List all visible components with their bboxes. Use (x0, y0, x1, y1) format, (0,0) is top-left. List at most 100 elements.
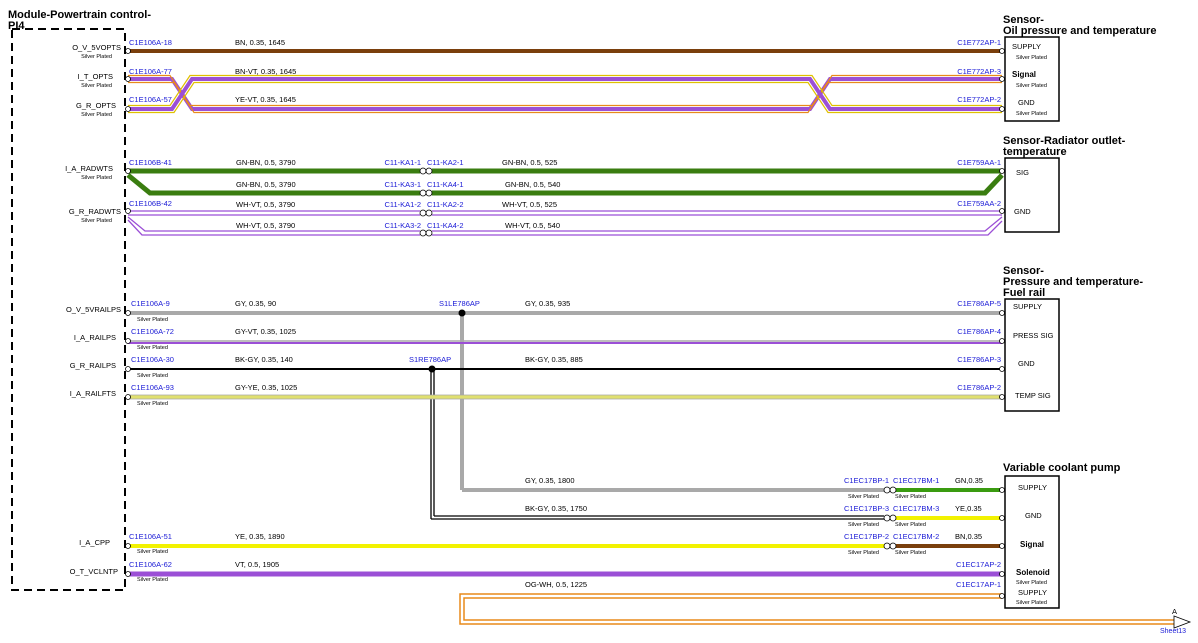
connector-label: C1E106A-93 (131, 383, 174, 392)
offpage-arrow-icon (1173, 615, 1192, 629)
pump-title: Variable coolant pump (1003, 462, 1121, 474)
pump-pin-supply: SUPPLY (1018, 483, 1047, 492)
plating-label: Silver Plated (81, 175, 112, 181)
connector-label: C1EC17BM-2 (893, 532, 939, 541)
connector-label: C1E786AP-3 (957, 355, 1001, 364)
plating-label: Silver Plated (81, 112, 112, 118)
connector-label: C1EC17AP-2 (956, 560, 1001, 569)
pin-o-v-5vopts: O_V_5VOPTS (72, 43, 121, 52)
connector-label: C11-KA4-2 (427, 221, 464, 230)
wire-spec: WH-VT, 0.5, 540 (505, 221, 560, 230)
fuelrail-pin-temp-sig: TEMP SIG (1015, 391, 1051, 400)
radiator-sensor-box (1004, 157, 1060, 233)
oil-pin-gnd: GND (1018, 98, 1035, 107)
wire-spec: GN-BN, 0.5, 3790 (236, 180, 296, 189)
oil-pin-signal: Signal (1012, 70, 1036, 79)
wire-spec: GY-YE, 0.35, 1025 (235, 383, 297, 392)
wire-spec: WH-VT, 0.5, 525 (502, 200, 557, 209)
connector-label: C1E759AA-2 (957, 199, 1001, 208)
wire-pump-gnd-bk (431, 515, 884, 520)
fuelrail-pin-supply: SUPPLY (1013, 302, 1042, 311)
wire-oil-gnd (128, 74, 1002, 114)
connector-label: C1E786AP-4 (957, 327, 1001, 336)
connector-label: C11-KA3-2 (384, 221, 421, 230)
plating-label: Silver Plated (137, 401, 168, 407)
wire-spec: OG-WH, 0.5, 1225 (525, 580, 587, 589)
radiator-sensor-title-2: temperature (1003, 146, 1067, 158)
pin-i-a-radwts: I_A_RADWTS (65, 164, 113, 173)
plating-label: Silver Plated (1016, 83, 1047, 89)
radiator-pin-sig: SIG (1016, 168, 1029, 177)
connector-label: C1E106A-51 (129, 532, 172, 541)
connector-label: C11-KA1-2 (384, 200, 421, 209)
pin-g-r-radwts: G_R_RADWTS (69, 207, 121, 216)
plating-label: Silver Plated (848, 522, 879, 528)
connector-label: C1EC17BM-1 (893, 476, 939, 485)
pump-pin-solenoid: Solenoid (1016, 568, 1050, 577)
wire-spec: VT, 0.5, 1905 (235, 560, 279, 569)
plating-label: Silver Plated (1016, 580, 1047, 586)
splice-s1le786ap (458, 309, 466, 317)
connector-label: C1E106B-41 (129, 158, 172, 167)
wire-spec: YE-VT, 0.35, 1645 (235, 95, 296, 104)
fuelrail-pin-press-sig: PRESS SIG (1013, 331, 1054, 340)
plating-label: Silver Plated (137, 549, 168, 555)
wire-spec: GN-BN, 0.5, 525 (502, 158, 557, 167)
splice-label: S1RE786AP (409, 355, 451, 364)
wire-rail-gnd-branch (430, 369, 435, 519)
wire-spec: BN, 0.35, 1645 (235, 38, 285, 47)
connector-label: C1EC17BP-2 (844, 532, 889, 541)
fuelrail-pin-gnd: GND (1018, 359, 1035, 368)
wire-spec: BK-GY, 0.35, 885 (525, 355, 583, 364)
plating-label: Silver Plated (848, 550, 879, 556)
connector-label: C1EC17BM-3 (893, 504, 939, 513)
pump-pin-gnd: GND (1025, 511, 1042, 520)
wire-oil-signal (128, 74, 1002, 114)
connector-label: C1E106A-9 (131, 299, 170, 308)
offpage-label: A (1172, 607, 1177, 616)
connector-label: C11-KA3-1 (384, 180, 421, 189)
wire-spec: BK-GY, 0.35, 140 (235, 355, 293, 364)
wire-spec: GN-BN, 0.5, 540 (505, 180, 560, 189)
connector-label: C1E759AA-1 (957, 158, 1001, 167)
pin-i-a-railfts: I_A_RAILFTS (70, 389, 116, 398)
connector-label: C1E772AP-3 (957, 67, 1001, 76)
plating-label: Silver Plated (895, 522, 926, 528)
wire-spec: BN-VT, 0.35, 1645 (235, 67, 296, 76)
connector-label: C1E106B-42 (129, 199, 172, 208)
connector-label: C1E106A-62 (129, 560, 172, 569)
wiring-diagram: Module-Powertrain control- PI4 Sensor- O… (8, 9, 1192, 635)
connector-label: C1E106A-18 (129, 38, 172, 47)
pin-i-a-railps: I_A_RAILPS (74, 333, 116, 342)
radiator-pin-gnd: GND (1014, 207, 1031, 216)
connector-label: C1E772AP-2 (957, 95, 1001, 104)
connector-label: C1E106A-77 (129, 67, 172, 76)
connector-label: C1E772AP-1 (957, 38, 1001, 47)
connector-label: C11-KA1-1 (384, 158, 421, 167)
oil-pin-supply: SUPPLY (1012, 42, 1041, 51)
plating-label: Silver Plated (848, 494, 879, 500)
pump-pin-signal: Signal (1020, 540, 1044, 549)
plating-label: Silver Plated (137, 373, 168, 379)
offpage-sheet-link[interactable]: Sheet13 (1160, 628, 1186, 635)
module-title-1: Module-Powertrain control- (8, 9, 151, 21)
plating-label: Silver Plated (895, 550, 926, 556)
oil-sensor-title-2: Oil pressure and temperature (1003, 25, 1156, 37)
fuelrail-sensor-title-3: Fuel rail (1003, 287, 1045, 299)
wire-spec: BN,0.35 (955, 532, 982, 541)
pin-i-t-opts: I_T_OPTS (78, 72, 113, 81)
wire-spec: BK-GY, 0.35, 1750 (525, 504, 587, 513)
connector-label: C1EC17BP-3 (844, 504, 889, 513)
pin-i-a-cpp: I_A_CPP (79, 538, 110, 547)
pin-o-v-5vrailps: O_V_5VRAILPS (66, 305, 121, 314)
connector-label: C11-KA4-1 (427, 180, 464, 189)
wire-spec: YE,0.35 (955, 504, 982, 513)
wire-spec: GN-BN, 0.5, 3790 (236, 158, 296, 167)
splice-label: S1LE786AP (439, 299, 480, 308)
wire-spec: GY-VT, 0.35, 1025 (235, 327, 296, 336)
wire-spec: WH-VT, 0.5, 3790 (236, 200, 295, 209)
wire-spec: YE, 0.35, 1890 (235, 532, 285, 541)
plating-label: Silver Plated (1016, 600, 1047, 606)
connector-label: C11-KA2-1 (427, 158, 464, 167)
plating-label: Silver Plated (1016, 55, 1047, 61)
